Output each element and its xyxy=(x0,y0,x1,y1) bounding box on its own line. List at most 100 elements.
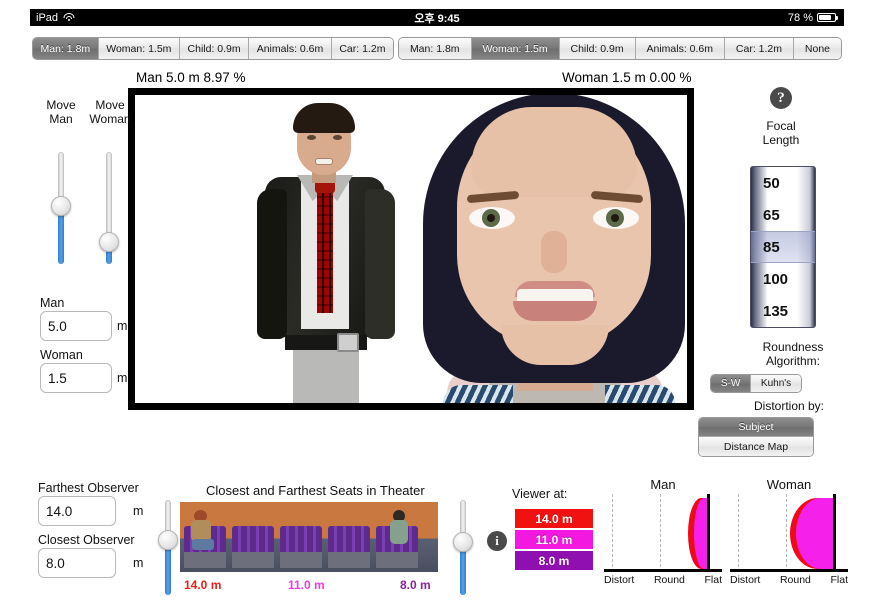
help-icon[interactable]: ? xyxy=(770,87,792,109)
woman-chart-title: Woman xyxy=(766,477,812,492)
man-readout: Man 5.0 m 8.97 % xyxy=(136,70,246,85)
woman-distance-caption: Woman xyxy=(40,348,83,362)
woman-chart-tick-distort: Distort xyxy=(730,574,761,586)
move-man-label-line2: Man xyxy=(49,112,73,126)
subject-selector-left[interactable]: Man: 1.8m Woman: 1.5m Child: 0.9m Animal… xyxy=(32,37,394,60)
focal-length-label: Focal Length xyxy=(746,119,816,147)
woman-distance-group: Woman 1.5 m xyxy=(40,348,127,393)
closest-observer-unit: m xyxy=(133,556,144,570)
man-roundness-chart: Man Distort Round Flat xyxy=(604,477,722,597)
tab-left-woman[interactable]: Woman: 1.5m xyxy=(98,38,180,59)
farthest-observer-slider-knob[interactable] xyxy=(158,529,178,550)
render-viewport-canvas xyxy=(135,95,687,403)
move-woman-label: Move Woman xyxy=(86,98,134,126)
tab-right-child[interactable]: Child: 0.9m xyxy=(559,38,636,59)
viewer-button-8m[interactable]: 8.0 m xyxy=(515,551,593,570)
gridline xyxy=(786,494,787,572)
gridline xyxy=(612,494,613,572)
theater-person-far xyxy=(390,510,410,554)
distortion-option-subject[interactable]: Subject xyxy=(699,418,813,437)
render-viewport[interactable] xyxy=(128,88,694,410)
man-chart-axis-right xyxy=(707,494,710,572)
theater-image[interactable] xyxy=(180,502,438,572)
man-distance-input[interactable]: 5.0 xyxy=(40,311,112,341)
woman-chart-tick-round: Round xyxy=(779,574,811,586)
viewer-at-label: Viewer at: xyxy=(512,487,568,501)
tab-right-animals[interactable]: Animals: 0.6m xyxy=(635,38,725,59)
woman-distance-input[interactable]: 1.5 xyxy=(40,363,112,393)
move-man-label-line1: Move xyxy=(46,98,76,112)
tab-right-man[interactable]: Man: 1.8m xyxy=(399,38,472,59)
man-chart-title: Man xyxy=(650,477,676,492)
roundness-algorithm-selector[interactable]: S-W Kuhn's xyxy=(710,374,802,393)
focal-option-85[interactable]: 85 xyxy=(751,231,815,263)
woman-figure xyxy=(405,95,687,403)
man-chart-tick-flat: Flat xyxy=(704,574,722,586)
gridline xyxy=(738,494,739,572)
focal-option-65[interactable]: 65 xyxy=(751,199,815,231)
distortion-option-distance-map[interactable]: Distance Map xyxy=(699,437,813,456)
gridline xyxy=(660,494,661,572)
viewer-button-14m[interactable]: 14.0 m xyxy=(515,509,593,528)
woman-readout: Woman 1.5 m 0.00 % xyxy=(562,70,692,85)
tab-right-woman[interactable]: Woman: 1.5m xyxy=(471,38,560,59)
closest-observer-input[interactable]: 8.0 xyxy=(38,548,116,578)
battery-icon xyxy=(817,13,838,22)
farthest-observer-caption: Farthest Observer xyxy=(38,481,139,495)
focal-option-100[interactable]: 100 xyxy=(751,263,815,295)
focal-length-label-line1: Focal xyxy=(766,119,796,133)
closest-observer-slider-knob[interactable] xyxy=(453,531,473,552)
farthest-observer-group: Farthest Observer 14.0 m xyxy=(38,481,143,526)
tab-left-animals[interactable]: Animals: 0.6m xyxy=(249,38,332,59)
tab-right-car[interactable]: Car: 1.2m xyxy=(724,38,794,59)
roundness-algorithm-label: Roundness Algorithm: xyxy=(718,340,868,368)
theater-distance-14: 14.0 m xyxy=(184,578,222,592)
roundness-label-line2: Algorithm: xyxy=(765,354,821,368)
distortion-by-label: Distortion by: xyxy=(753,399,825,413)
move-woman-label-line2: Woman xyxy=(89,112,131,126)
man-distance-group: Man 5.0 m xyxy=(40,296,127,341)
closest-observer-slider[interactable] xyxy=(453,500,473,595)
farthest-observer-slider[interactable] xyxy=(158,500,178,595)
seat-block xyxy=(328,526,370,568)
tab-left-man[interactable]: Man: 1.8m xyxy=(33,38,99,59)
move-man-slider-knob[interactable] xyxy=(51,195,71,216)
move-woman-slider[interactable] xyxy=(99,152,119,264)
distortion-by-selector[interactable]: Subject Distance Map xyxy=(698,417,814,457)
roundness-option-sw[interactable]: S-W xyxy=(711,375,752,392)
man-chart-ticks: Distort Round Flat xyxy=(604,572,722,586)
man-chart-axis-bottom xyxy=(604,569,722,572)
move-man-label: Move Man xyxy=(40,98,82,126)
status-bar: iPad 오후 9:45 78 % xyxy=(30,9,844,26)
info-icon[interactable]: i xyxy=(487,531,507,551)
closest-observer-caption: Closest Observer xyxy=(38,533,135,547)
theater-distance-8: 8.0 m xyxy=(400,578,431,592)
woman-distance-unit: m xyxy=(117,371,128,385)
focal-length-picker[interactable]: 50 65 85 100 135 xyxy=(750,166,816,328)
farthest-observer-input[interactable]: 14.0 xyxy=(38,496,116,526)
move-woman-slider-knob[interactable] xyxy=(99,231,119,252)
tab-left-child[interactable]: Child: 0.9m xyxy=(179,38,250,59)
woman-chart-tick-flat: Flat xyxy=(830,574,848,586)
focal-length-label-line2: Length xyxy=(762,133,800,147)
status-bar-clock: 오후 9:45 xyxy=(414,12,460,25)
man-chart-plot xyxy=(604,494,722,572)
tab-right-none[interactable]: None xyxy=(793,38,841,59)
theater-person-near xyxy=(190,510,214,556)
farthest-observer-unit: m xyxy=(133,504,144,518)
closest-observer-group: Closest Observer 8.0 m xyxy=(38,533,143,578)
theater-title: Closest and Farthest Seats in Theater xyxy=(206,483,425,498)
roundness-option-kuhns[interactable]: Kuhn's xyxy=(751,375,801,392)
woman-chart-ticks: Distort Round Flat xyxy=(730,572,848,586)
focal-option-135[interactable]: 135 xyxy=(751,295,815,327)
subject-selector-right[interactable]: Man: 1.8m Woman: 1.5m Child: 0.9m Animal… xyxy=(398,37,842,60)
focal-option-50[interactable]: 50 xyxy=(751,167,815,199)
man-chart-tick-distort: Distort xyxy=(604,574,635,586)
viewer-button-11m[interactable]: 11.0 m xyxy=(515,530,593,549)
seat-block xyxy=(280,526,322,568)
woman-roundness-chart: Woman Distort Round Flat xyxy=(730,477,848,597)
ipad-app-window: iPad 오후 9:45 78 % Man: 1.8m Woman: 1.5m … xyxy=(0,0,874,605)
woman-chart-axis-right xyxy=(833,494,836,572)
move-man-slider[interactable] xyxy=(51,152,71,264)
tab-left-car[interactable]: Car: 1.2m xyxy=(331,38,393,59)
